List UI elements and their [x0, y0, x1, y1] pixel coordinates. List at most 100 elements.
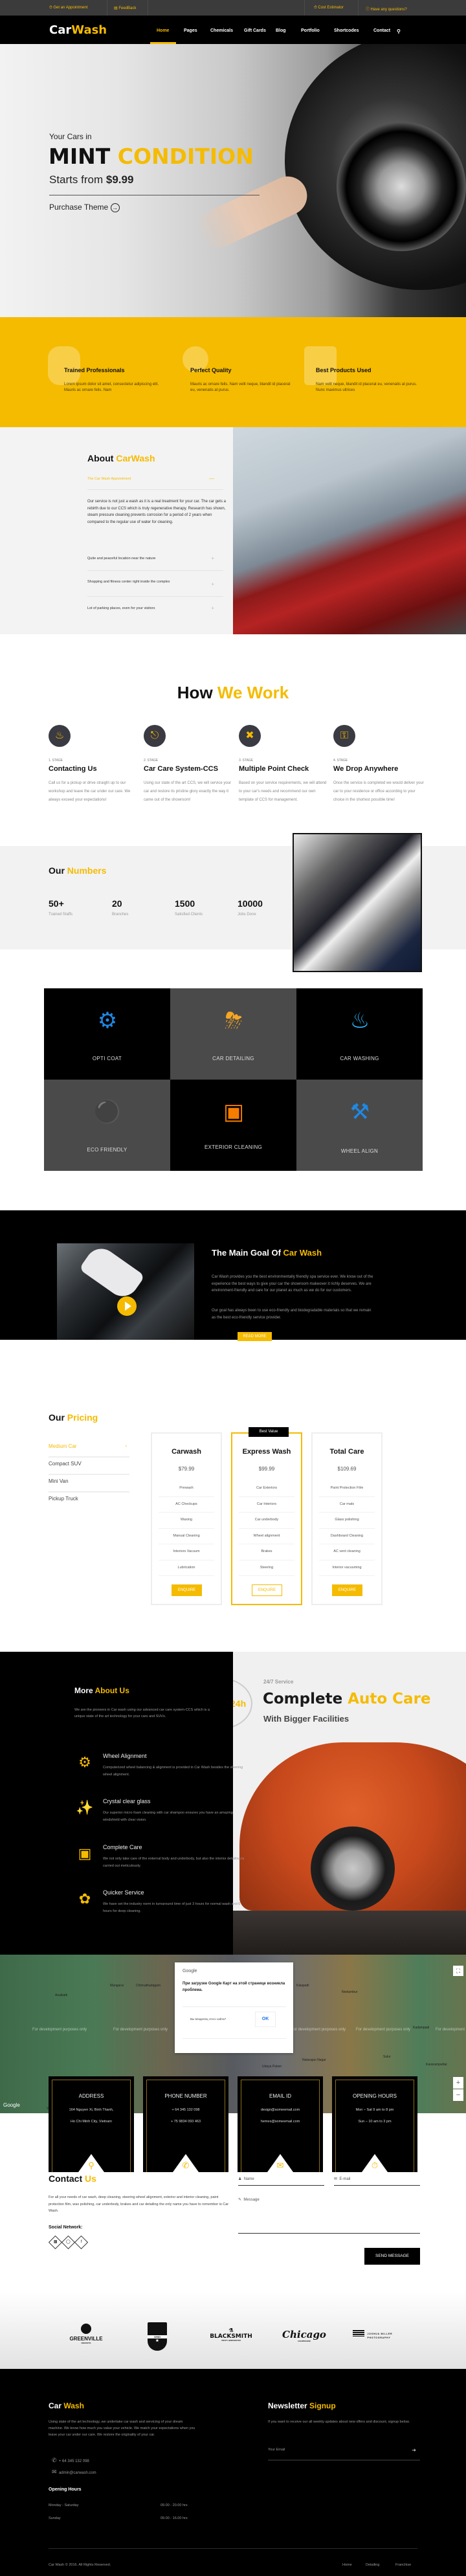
footer-link-detailing[interactable]: Detailing [366, 2562, 379, 2568]
questions-link[interactable]: ⓘ Have any questions? [366, 6, 407, 12]
envelope-icon: ✉ [276, 2160, 284, 2170]
pricing-tab-compact-suv[interactable]: Compact SUV [49, 1458, 129, 1475]
service-car-detailing[interactable]: ⛈ CAR DETAILING [170, 988, 296, 1080]
opening-hours-title: Opening Hours [49, 2487, 82, 2492]
hose-icon: ✿ [78, 1891, 91, 1907]
facebook-icon[interactable]: f [74, 2235, 89, 2250]
nav-blog[interactable]: Blog [276, 28, 286, 33]
enquire-button[interactable]: ENQUIRE [172, 1584, 202, 1596]
footer-link-franchise[interactable]: Franchise [395, 2562, 411, 2568]
partner-logo-chicago: Chicago GOODMAKER [282, 2329, 326, 2342]
accordion-divider: + [87, 571, 223, 597]
zoom-in-button[interactable]: + [453, 2077, 463, 2089]
address-box: ADDRESS 164 Nguyen Xi, Binh Thanh, Ho Chi … [49, 2076, 134, 2172]
map-place-label: Neelambur [342, 1990, 358, 1994]
logo[interactable]: CarWash [49, 23, 107, 37]
newsletter-email-input[interactable]: Your Email ➜ [268, 2447, 420, 2461]
email-input[interactable]: ✉ E-mail [334, 2177, 420, 2186]
edit-icon: ✎ [238, 2198, 242, 2202]
banner-headline: Complete Auto Care [263, 1691, 431, 1707]
banner-subline: With Bigger Facilities [263, 1714, 350, 1724]
service-exterior-cleaning[interactable]: ▣ EXTERIOR CLEANING [170, 1080, 296, 1171]
hero-kicker: Your Cars in [49, 132, 92, 141]
plus-icon: + [211, 605, 214, 611]
read-more-button[interactable]: READ MORE [238, 1332, 272, 1341]
goal-paragraph: Car Wash provides you the best environme… [212, 1275, 373, 1293]
hero-hand-image [191, 170, 314, 255]
service-car-washing[interactable]: ♨ CAR WASHING [296, 988, 423, 1080]
footer-link-home[interactable]: Home [342, 2562, 352, 2568]
pricing-tab-medium-car[interactable]: Medium Car › [49, 1440, 129, 1458]
nav-portfolio[interactable]: Portfolio [301, 28, 320, 33]
accordion-item[interactable]: Lot of parking places, even for your vis… [87, 605, 223, 619]
numbers-title: Our Numbers [49, 865, 107, 876]
enquire-button[interactable]: ENQUIRE [252, 1584, 282, 1596]
map-error-dialog: Google При загрузке Google Карт на этой … [175, 1962, 293, 2053]
greenville-emblem [81, 2324, 91, 2334]
nav-shortcodes[interactable]: Shortcodes [334, 28, 359, 33]
accordion-item[interactable]: Quite and peaceful location near the nat… [87, 555, 223, 571]
message-textarea[interactable]: ✎ Message [238, 2197, 420, 2234]
how-we-work-title: How We Work [177, 683, 289, 702]
service-opti-coat[interactable]: ⚙ OPTI COAT [44, 988, 170, 1080]
stat-item: 1500 Satisfied Clients [175, 898, 203, 916]
nav-gift-cards[interactable]: Gift Cards [244, 28, 266, 33]
contact-text: For all your needs of car wash, deep cle… [49, 2195, 229, 2213]
squeegee-icon: ✨ [76, 1799, 94, 1815]
plus-icon: + [211, 581, 214, 587]
map-place-label: Mangarai [110, 1984, 124, 1988]
owner-question-link[interactable]: Вы владелец этого сайта? [190, 2017, 226, 2021]
cost-estimator-link[interactable]: ⏱ Cost Estimator [314, 6, 344, 10]
appointment-link[interactable]: ⏱ Get an Appointment [49, 6, 87, 10]
footer-email[interactable]: ✉ admin@carwash.com [52, 2469, 96, 2476]
pricing-tab-pickup-truck[interactable]: Pickup Truck [49, 1493, 129, 1510]
nav-contact[interactable]: Contact [373, 28, 390, 33]
accordion-item-open[interactable]: The Car Wash Appointment — [87, 476, 223, 490]
minus-icon: — [209, 476, 214, 482]
nav-home[interactable]: Home [157, 28, 169, 33]
name-input[interactable]: ♟ Name [238, 2177, 324, 2186]
arrow-right-icon[interactable]: ➜ [412, 2447, 416, 2453]
pricing-title: Our Pricing [49, 1412, 98, 1423]
hours-day: Sunday [49, 2516, 61, 2520]
hours-day: Monday - Saturday [49, 2504, 79, 2507]
purchase-theme-link[interactable]: Purchase Theme → [49, 203, 120, 212]
newsletter-title: Newsletter Signup [268, 2401, 336, 2410]
stat-item: 50+ Trained Staffs [49, 898, 73, 916]
dribbble-icon[interactable]: ◯ [61, 2235, 76, 2250]
more-about-title: More About Us [74, 1686, 129, 1695]
hero-title: MINT CONDITION [49, 144, 254, 169]
stage-card: ♨ 1. STAGE Contacting Us Call us for a p… [49, 725, 139, 805]
plus-icon: + [211, 555, 214, 561]
nav-chemicals[interactable]: Chemicals [210, 28, 233, 33]
map-error-message: При загрузке Google Карт на этой страниц… [183, 1982, 285, 1992]
stage-card: ⚿ 4. STAGE We Drop Anywhere Once the ser… [333, 725, 424, 805]
map-watermark: For development purposes only [113, 2028, 168, 2032]
pressure-washer-icon: ⚒ [350, 1100, 370, 1124]
feedback-link[interactable]: ▤ FeedBack [114, 6, 136, 10]
service-wheel-align[interactable]: ⚒ WHEEL ALIGN [296, 1080, 423, 1171]
ok-button[interactable]: OK [255, 2012, 276, 2027]
google-logo: Google [3, 2102, 20, 2108]
contact-title: Contact Us [49, 2173, 96, 2184]
pricing-tab-mini-van[interactable]: Mini Van [49, 1475, 129, 1493]
stopwatch-icon: ⏱ [371, 2160, 379, 2170]
play-icon[interactable] [117, 1296, 137, 1316]
map-place-label: Udaya Palam [262, 2065, 282, 2069]
footer-divider [49, 2548, 417, 2549]
chevron-right-icon: › [125, 1444, 127, 1449]
key-icon: ⚿ [333, 725, 355, 747]
search-icon[interactable]: ⚲ [397, 28, 401, 34]
nav-pages[interactable]: Pages [184, 28, 197, 33]
send-message-button[interactable]: SEND MESSAGE [364, 2248, 420, 2265]
zoom-out-button[interactable]: − [453, 2089, 463, 2101]
bucket-icon: ⚫ [93, 1100, 122, 1124]
divider [358, 0, 359, 16]
service-eco-friendly[interactable]: ⚫ ECO FRIENDLY [44, 1080, 170, 1171]
complete-auto-care-banner: 24h 24/7 Service Complete Auto Care With… [233, 1652, 466, 1955]
delicious-icon[interactable]: ▩ [48, 2235, 63, 2250]
stage-card: ✖ 3. STAGE Multiple Point Check Based on… [239, 725, 329, 805]
goal-video-thumbnail[interactable] [57, 1242, 194, 1340]
fullscreen-icon[interactable]: ⛶ [453, 1966, 463, 1976]
enquire-button[interactable]: ENQUIRE [332, 1584, 362, 1596]
